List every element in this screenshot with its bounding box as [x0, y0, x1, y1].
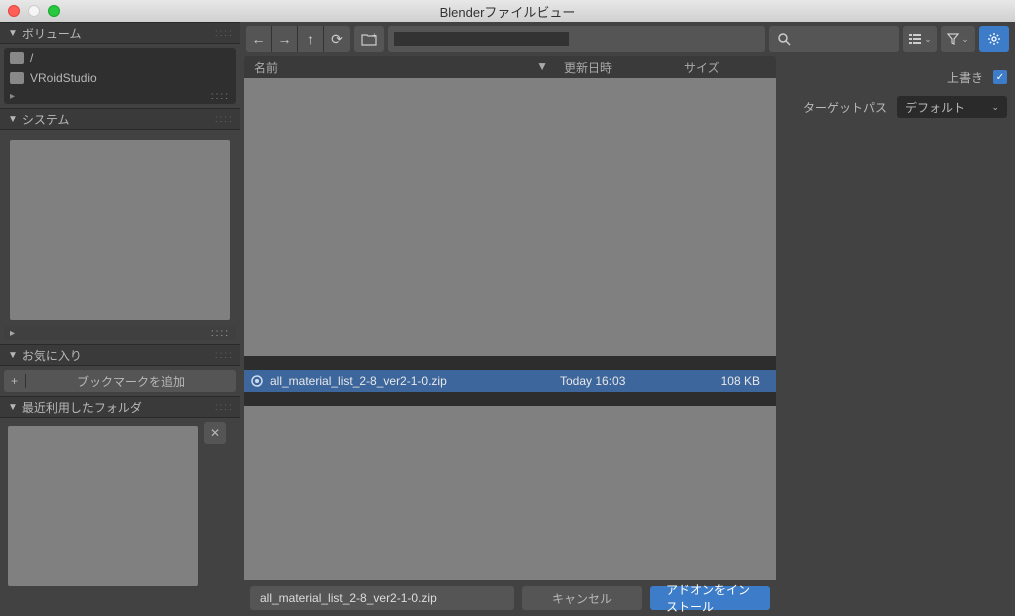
path-input[interactable] [388, 26, 765, 52]
install-addon-button[interactable]: アドオンをインストール [650, 586, 770, 610]
recent-list-area[interactable] [8, 426, 198, 586]
add-bookmark-button[interactable]: + ブックマークを追加 [4, 370, 236, 392]
chevron-down-icon: ⌄ [961, 34, 969, 45]
toolbar: ← → ↑ ⟳ + ⌄ [240, 22, 1015, 56]
overwrite-label: 上書き [947, 69, 983, 86]
overwrite-checkbox[interactable]: ✓ [993, 70, 1007, 84]
grip-icon: :::: [215, 350, 234, 361]
volumes-title: ボリューム [22, 25, 82, 42]
display-mode-dropdown[interactable]: ⌄ [903, 26, 937, 52]
clear-recent-button[interactable]: ✕ [204, 422, 226, 444]
nav-up-button[interactable]: ↑ [298, 26, 324, 52]
search-icon [777, 32, 791, 46]
sidebar: ▼ ボリューム :::: / VRoidStudio ▸ :::: [0, 22, 240, 616]
volume-label: VRoidStudio [30, 71, 97, 85]
target-path-select[interactable]: デフォルト ⌄ [897, 96, 1007, 118]
nav-back-button[interactable]: ← [246, 26, 272, 52]
new-folder-button[interactable]: + [354, 26, 384, 52]
disclosure-triangle-icon: ▼ [8, 28, 18, 39]
target-path-value: デフォルト [905, 99, 965, 116]
volume-item-vroidstudio[interactable]: VRoidStudio [4, 68, 236, 88]
gear-icon [987, 32, 1001, 46]
volume-label: / [30, 51, 33, 65]
file-row-selected[interactable]: all_material_list_2-8_ver2-1-0.zip Today… [244, 370, 776, 392]
filename-value: all_material_list_2-8_ver2-1-0.zip [260, 591, 437, 605]
system-title: システム [22, 111, 70, 128]
nav-refresh-button[interactable]: ⟳ [324, 26, 350, 52]
folder-plus-icon: + [361, 32, 377, 46]
content-area: ← → ↑ ⟳ + ⌄ [240, 22, 1015, 616]
arrow-up-icon: ↑ [307, 31, 314, 47]
arrow-right-icon: → [278, 31, 292, 47]
grip-icon: :::: [215, 402, 234, 413]
volumes-panel-header[interactable]: ▼ ボリューム :::: [0, 22, 240, 44]
column-header-size[interactable]: サイズ [674, 59, 754, 76]
grip-icon: :::: [211, 91, 230, 102]
grip-icon: :::: [211, 328, 230, 339]
favorites-title: お気に入り [22, 347, 82, 364]
chevron-down-icon: ⌄ [924, 34, 932, 45]
file-row-partial[interactable] [244, 392, 776, 406]
disk-icon [10, 72, 24, 84]
expand-icon[interactable]: ▸ [10, 328, 15, 339]
close-icon: ✕ [210, 426, 220, 440]
chevron-down-icon: ⌄ [991, 102, 999, 113]
grip-icon: :::: [215, 114, 234, 125]
column-header-name[interactable]: 名前 ▼ [244, 59, 554, 76]
funnel-icon [947, 33, 959, 45]
favorites-panel-header[interactable]: ▼ お気に入り :::: [0, 344, 240, 366]
disk-icon [10, 52, 24, 64]
filename-input[interactable]: all_material_list_2-8_ver2-1-0.zip [250, 586, 514, 610]
disclosure-triangle-icon: ▼ [8, 402, 18, 413]
file-name: all_material_list_2-8_ver2-1-0.zip [270, 374, 560, 388]
svg-text:+: + [372, 32, 377, 40]
grip-icon: :::: [215, 28, 234, 39]
check-icon: ✓ [996, 72, 1004, 83]
system-panel-header[interactable]: ▼ システム :::: [0, 108, 240, 130]
add-bookmark-label: ブックマークを追加 [26, 373, 236, 390]
column-headers: 名前 ▼ 更新日時 サイズ [244, 56, 776, 78]
expand-icon[interactable]: ▸ [10, 91, 15, 102]
disclosure-triangle-icon: ▼ [8, 114, 18, 125]
recent-panel-header[interactable]: ▼ 最近利用したフォルダ :::: [0, 396, 240, 418]
window-title: Blenderファイルビュー [0, 2, 1015, 21]
window-minimize-button[interactable] [28, 5, 40, 17]
settings-button[interactable] [979, 26, 1009, 52]
search-input[interactable] [769, 26, 899, 52]
titlebar: Blenderファイルビュー [0, 0, 1015, 22]
file-list-area-bottom[interactable] [244, 406, 776, 580]
system-list-area[interactable] [10, 140, 230, 320]
nav-forward-button[interactable]: → [272, 26, 298, 52]
properties-panel: 上書き ✓ ターゲットパス デフォルト ⌄ [778, 56, 1015, 616]
arrow-left-icon: ← [252, 31, 266, 47]
sort-desc-icon: ▼ [536, 59, 548, 76]
column-header-date[interactable]: 更新日時 [554, 59, 674, 76]
footer: all_material_list_2-8_ver2-1-0.zip キャンセル… [244, 580, 776, 616]
refresh-icon: ⟳ [331, 31, 343, 48]
cancel-button[interactable]: キャンセル [522, 586, 642, 610]
recent-title: 最近利用したフォルダ [22, 399, 142, 416]
plus-icon: + [4, 374, 26, 388]
filter-dropdown[interactable]: ⌄ [941, 26, 975, 52]
file-list-area-top[interactable] [244, 78, 776, 356]
file-size: 108 KB [680, 374, 760, 388]
file-date: Today 16:03 [560, 374, 680, 388]
volume-item-root[interactable]: / [4, 48, 236, 68]
disclosure-triangle-icon: ▼ [8, 350, 18, 361]
path-value [394, 32, 569, 46]
window-zoom-button[interactable] [48, 5, 60, 17]
list-icon [908, 33, 922, 45]
blend-file-icon [250, 374, 264, 388]
window-close-button[interactable] [8, 5, 20, 17]
file-row-partial[interactable] [244, 356, 776, 370]
target-path-label: ターゲットパス [803, 99, 887, 116]
